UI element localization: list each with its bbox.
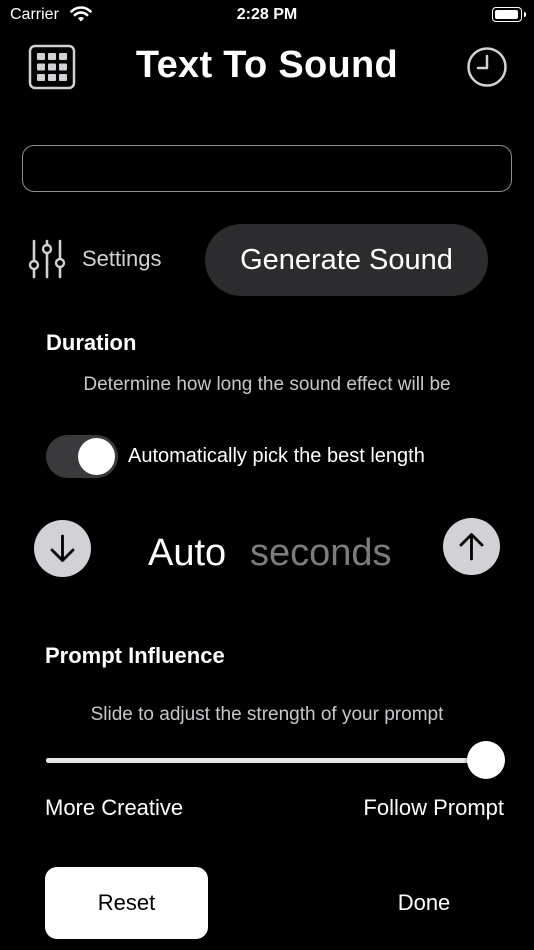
auto-length-toggle[interactable] xyxy=(46,435,118,478)
influence-slider-fill xyxy=(46,758,486,763)
auto-length-label: Automatically pick the best length xyxy=(128,445,425,467)
sliders-icon xyxy=(28,239,66,279)
toggle-knob xyxy=(78,438,115,475)
duration-unit: seconds xyxy=(250,532,392,574)
duration-description: Determine how long the sound effect will… xyxy=(83,374,451,395)
generate-sound-button[interactable]: Generate Sound xyxy=(205,224,488,296)
status-bar: Carrier 2:28 PM xyxy=(0,0,534,32)
prompt-input[interactable] xyxy=(22,145,512,192)
settings-label: Settings xyxy=(82,246,162,271)
arrow-up-icon xyxy=(459,533,484,561)
follow-prompt-label: Follow Prompt xyxy=(363,795,504,820)
decrease-duration-button[interactable] xyxy=(34,520,91,577)
influence-slider-thumb[interactable] xyxy=(467,741,505,779)
duration-title: Duration xyxy=(46,330,137,355)
clock-time: 2:28 PM xyxy=(236,6,298,23)
settings-button[interactable]: Settings xyxy=(28,238,162,280)
prompt-influence-title: Prompt Influence xyxy=(45,643,225,668)
more-creative-label: More Creative xyxy=(45,795,184,820)
influence-slider-track[interactable] xyxy=(46,758,486,763)
prompt-influence-description: Slide to adjust the strength of your pro… xyxy=(90,704,444,725)
arrow-down-icon xyxy=(50,534,75,562)
battery-level xyxy=(495,10,518,19)
page-title: Text To Sound xyxy=(135,44,399,86)
clock-icon[interactable] xyxy=(466,46,508,88)
battery-icon xyxy=(492,7,526,22)
duration-value: Auto xyxy=(148,532,227,574)
reset-button[interactable]: Reset xyxy=(45,867,208,939)
done-button[interactable]: Done xyxy=(340,867,508,939)
increase-duration-button[interactable] xyxy=(443,518,500,575)
